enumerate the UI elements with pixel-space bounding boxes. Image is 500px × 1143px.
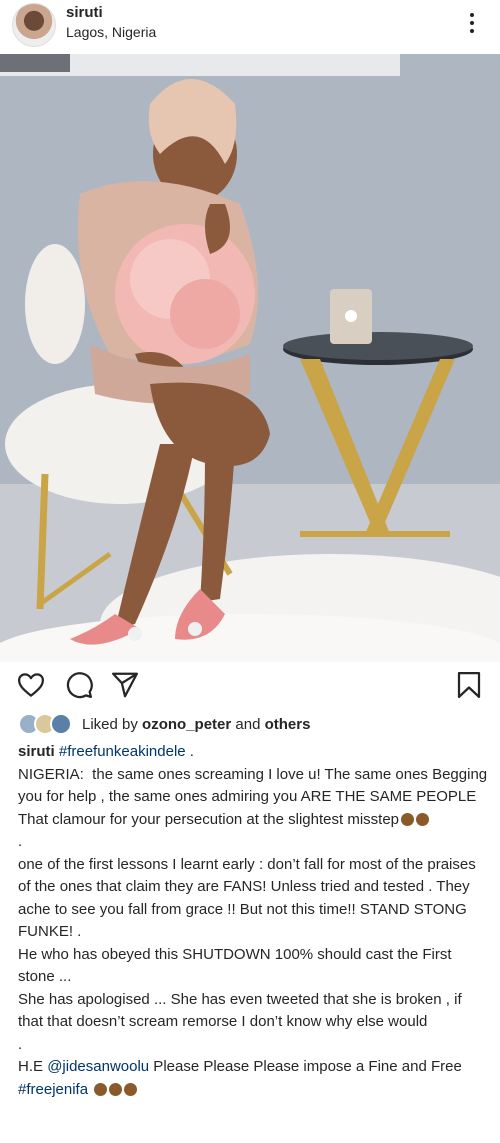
woman-facepalming-emoji	[416, 812, 430, 826]
avatar	[50, 713, 72, 735]
avatar[interactable]	[12, 3, 56, 47]
post-caption: siruti #freefunkeakindele . NIGERIA: the…	[18, 741, 488, 1101]
bookmark-icon[interactable]	[454, 670, 484, 700]
post-photo[interactable]	[0, 54, 500, 662]
caption-username[interactable]: siruti	[18, 743, 55, 760]
caption-paragraph-2: one of the first lessons I learnt early …	[18, 855, 476, 1031]
likes-prefix: Liked by	[82, 715, 143, 733]
post-location[interactable]: Lagos, Nigeria	[66, 24, 156, 40]
caption-mention[interactable]: @jidesanwoolu	[47, 1058, 149, 1075]
action-bar	[0, 662, 500, 706]
caption-hashtag-2[interactable]: #freejenifa	[18, 1081, 88, 1098]
send-icon[interactable]	[110, 670, 140, 700]
woman-facepalming-emoji	[109, 1082, 123, 1096]
caption-dot: .	[18, 1035, 23, 1053]
woman-facepalming-emoji	[401, 812, 415, 826]
likes-others[interactable]: others	[265, 716, 311, 733]
caption-hashtag-suffix: .	[185, 743, 194, 760]
caption-dot: .	[18, 833, 23, 850]
likes-text: Liked by ozono_peter and others	[82, 716, 310, 733]
more-vertical-icon[interactable]	[462, 10, 482, 36]
likes-summary[interactable]: Liked by ozono_peter and others	[18, 712, 488, 736]
post-username[interactable]: siruti	[66, 4, 103, 21]
woman-facepalming-emoji	[94, 1082, 108, 1096]
caption-paragraph-3: Please Please Please impose a Fine and F…	[149, 1058, 471, 1075]
caption-paragraph-3-prefix: H.E	[18, 1058, 48, 1075]
likes-joiner: and	[231, 715, 265, 733]
heart-icon[interactable]	[16, 670, 46, 700]
caption-hashtag[interactable]: #freefunkeakindele	[59, 743, 186, 760]
liker-avatars	[18, 713, 72, 735]
post-header: siruti Lagos, Nigeria	[0, 0, 500, 54]
woman-facepalming-emoji	[124, 1082, 138, 1096]
liker-username[interactable]: ozono_peter	[142, 716, 231, 733]
comment-icon[interactable]	[64, 670, 94, 700]
